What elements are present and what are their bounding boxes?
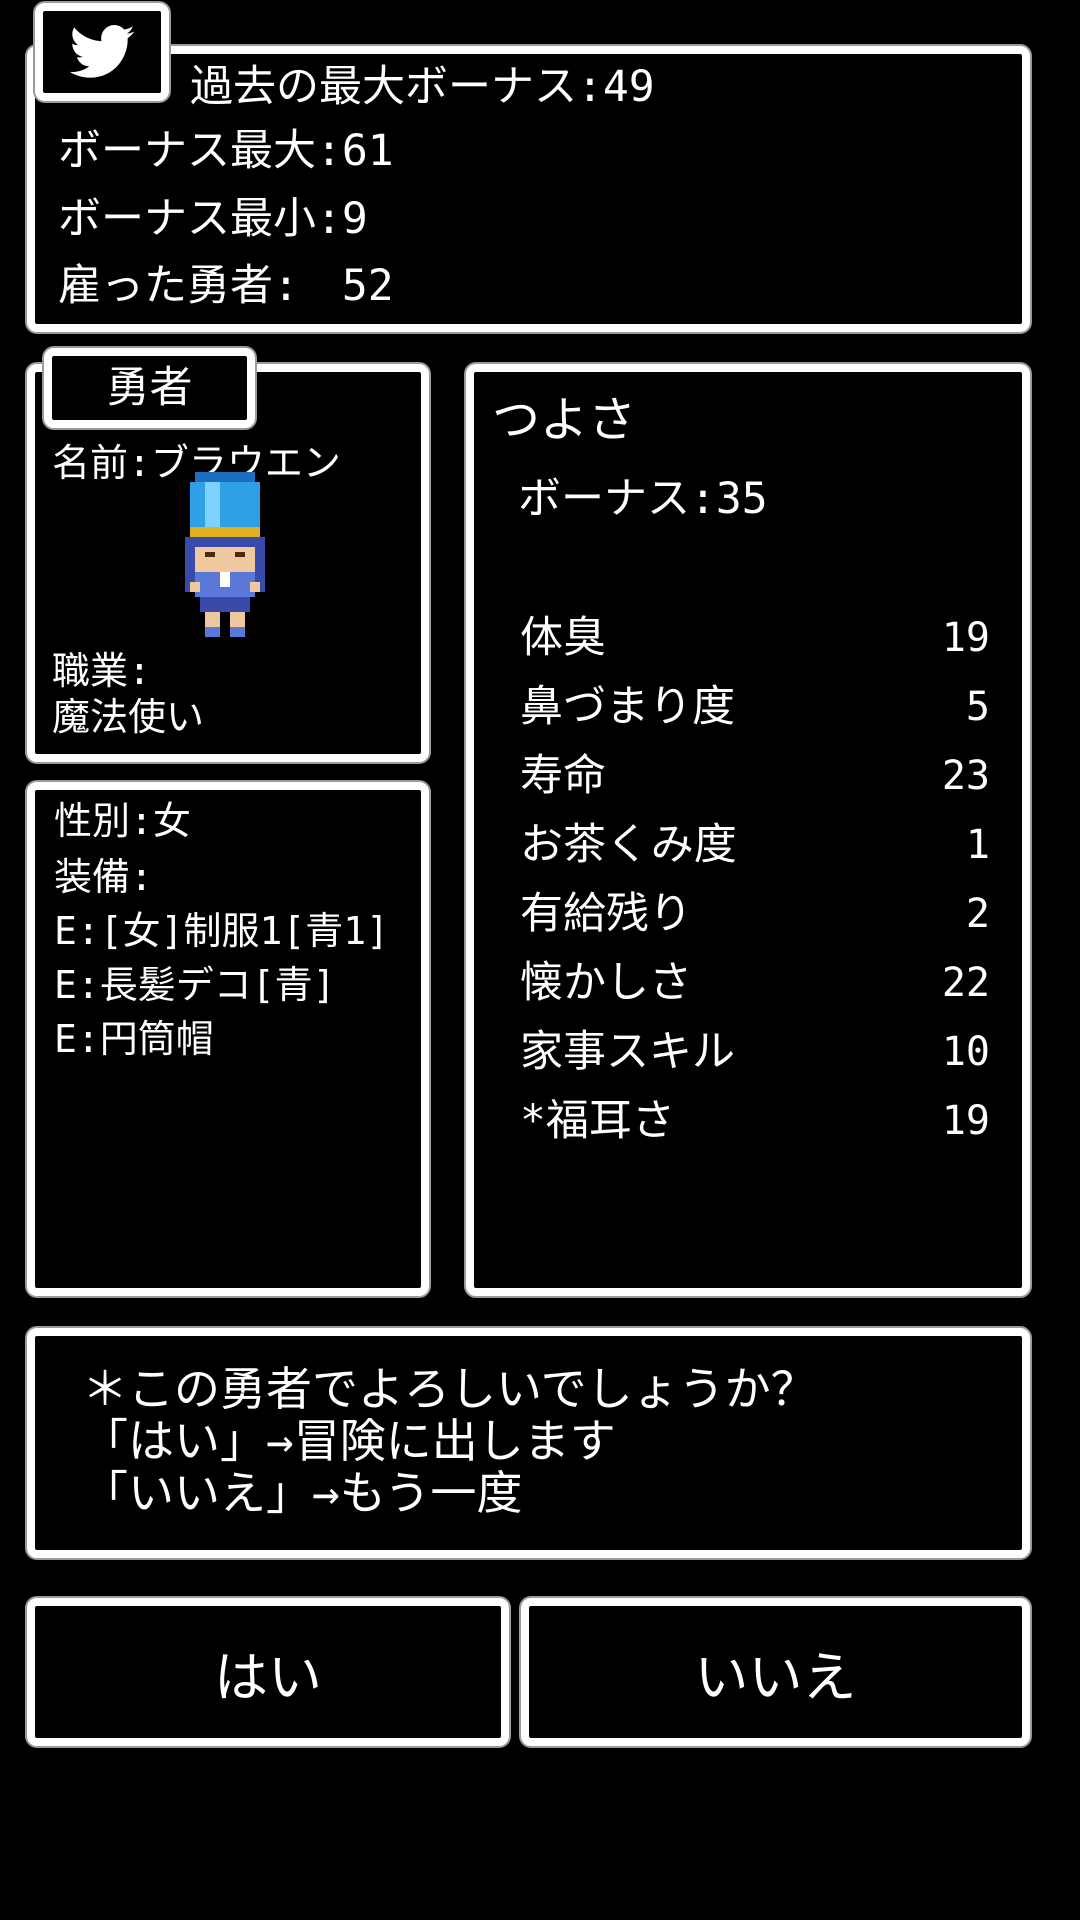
bonus-max-text: ボーナス最大:61 — [58, 126, 394, 176]
stat-name: 鼻づまり度 — [520, 682, 735, 732]
stat-value: 19 — [941, 1098, 990, 1144]
stat-value: 5 — [965, 684, 990, 730]
yes-button[interactable]: はい — [27, 1598, 509, 1746]
stat-value: 10 — [941, 1029, 990, 1075]
equip-item-2: E:長髪デコ[青] — [54, 963, 336, 1007]
stat-row: 鼻づまり度 5 — [520, 679, 990, 735]
hero-sprite — [185, 472, 265, 637]
stat-name: *福耳さ — [520, 1096, 675, 1146]
gender-text: 性別:女 — [54, 799, 191, 843]
equip-label: 装備: — [54, 855, 153, 899]
message-line-2: 「はい」→冒険に出します — [82, 1414, 616, 1468]
stat-row: 家事スキル 10 — [520, 1024, 990, 1080]
stat-value: 19 — [941, 615, 990, 661]
hero-job-label: 職業: — [52, 649, 151, 693]
past-max-bonus-text: 過去の最大ボーナス:49 — [190, 62, 655, 112]
stat-value: 22 — [941, 960, 990, 1006]
twitter-bird-icon — [69, 25, 135, 78]
stat-row: 有給残り 2 — [520, 886, 990, 942]
twitter-button[interactable] — [35, 3, 169, 101]
hired-heroes-text: 雇った勇者: 52 — [58, 261, 394, 311]
equip-item-1: E:[女]制服1[青1] — [54, 909, 390, 953]
stats-title: つよさ — [492, 392, 637, 448]
stat-value: 23 — [941, 753, 990, 799]
message-line-1: ＊この勇者でよろしいでしょうか？ — [82, 1362, 817, 1416]
stat-row: お茶くみ度 1 — [520, 817, 990, 873]
no-button[interactable]: いいえ — [521, 1598, 1030, 1746]
stats-bonus-text: ボーナス:35 — [518, 474, 768, 524]
hero-title: 勇者 — [106, 362, 193, 413]
stat-row: *福耳さ 19 — [520, 1093, 990, 1149]
stat-row: 懐かしさ 22 — [520, 955, 990, 1011]
stat-value: 1 — [965, 822, 990, 868]
stat-name: 有給残り — [520, 889, 692, 939]
hero-title-tab: 勇者 — [44, 348, 255, 428]
stat-name: 家事スキル — [520, 1027, 735, 1077]
stat-row: 寿命 23 — [520, 748, 990, 804]
message-line-3: 「いいえ」→もう一度 — [82, 1466, 523, 1520]
equip-item-3: E:円筒帽 — [54, 1017, 214, 1061]
hero-job-value: 魔法使い — [52, 695, 205, 739]
stat-name: 懐かしさ — [520, 958, 692, 1008]
stat-value: 2 — [965, 891, 990, 937]
stat-name: お茶くみ度 — [520, 820, 737, 870]
stat-row: 体臭 19 — [520, 610, 990, 666]
bonus-min-text: ボーナス最小:9 — [58, 194, 368, 244]
stat-name: 寿命 — [520, 751, 606, 801]
stat-name: 体臭 — [520, 613, 606, 663]
